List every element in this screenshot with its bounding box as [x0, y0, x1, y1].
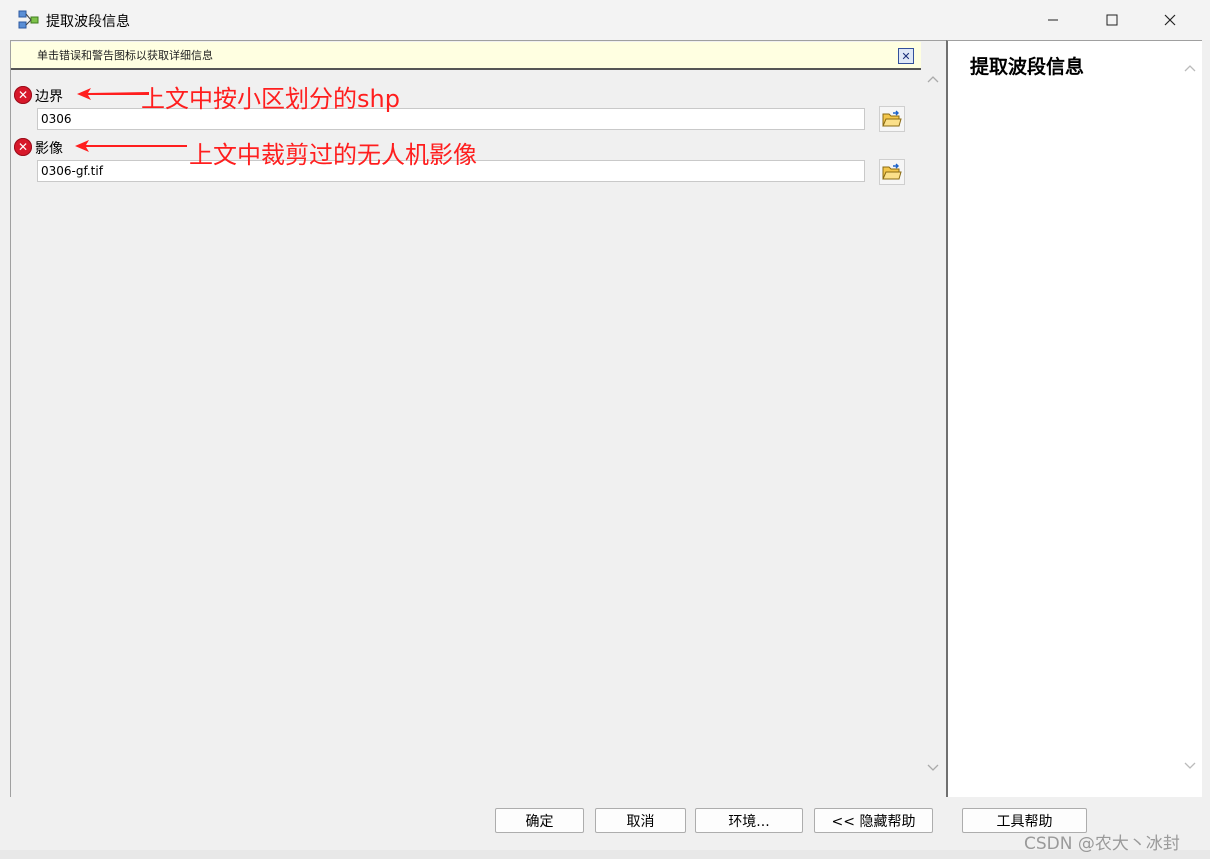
help-panel: 提取波段信息 — [946, 40, 1202, 797]
maximize-button[interactable] — [1083, 0, 1141, 40]
scroll-up-icon[interactable] — [1183, 63, 1197, 73]
open-folder-icon — [882, 110, 902, 127]
message-close-button[interactable]: ✕ — [898, 48, 914, 64]
dialog-window: 提取波段信息 单击错误和警告图标以获取详细信息 ✕ ✕ 边界 0306 ✕ 影像… — [0, 0, 1210, 859]
open-folder-icon — [882, 163, 902, 180]
annotation-arrow-icon — [77, 88, 149, 100]
minimize-button[interactable] — [1024, 0, 1082, 40]
watermark: CSDN @农大丶冰封 — [1024, 834, 1180, 854]
boundary-annotation: 上文中按小区划分的shp — [141, 85, 400, 113]
parameters-panel: 单击错误和警告图标以获取详细信息 ✕ ✕ 边界 0306 ✕ 影像 0306-g… — [10, 40, 946, 797]
help-scrollbar[interactable] — [1178, 41, 1202, 797]
boundary-label: 边界 — [35, 89, 63, 105]
close-window-button[interactable] — [1141, 0, 1199, 40]
hide-help-button[interactable]: << 隐藏帮助 — [814, 808, 933, 833]
model-tool-icon — [18, 10, 39, 29]
image-annotation: 上文中裁剪过的无人机影像 — [189, 141, 477, 169]
image-label: 影像 — [35, 141, 63, 157]
annotation-arrow-icon — [75, 140, 187, 152]
scroll-up-icon[interactable] — [926, 74, 940, 84]
environments-button[interactable]: 环境... — [695, 808, 803, 833]
error-icon[interactable]: ✕ — [14, 138, 32, 156]
boundary-browse-button[interactable] — [879, 106, 905, 132]
close-icon — [1164, 14, 1176, 26]
image-browse-button[interactable] — [879, 159, 905, 185]
maximize-icon — [1106, 14, 1118, 26]
scroll-down-icon[interactable] — [926, 763, 940, 773]
ok-button[interactable]: 确定 — [495, 808, 584, 833]
message-text: 单击错误和警告图标以获取详细信息 — [37, 49, 213, 62]
error-icon[interactable]: ✕ — [14, 86, 32, 104]
scroll-down-icon[interactable] — [1183, 761, 1197, 771]
close-message-icon: ✕ — [901, 49, 911, 63]
message-bar: 单击错误和警告图标以获取详细信息 ✕ — [11, 42, 921, 70]
cancel-button[interactable]: 取消 — [595, 808, 686, 833]
title-bar: 提取波段信息 — [0, 0, 1210, 40]
parameters-scrollbar[interactable] — [921, 69, 946, 797]
window-title: 提取波段信息 — [46, 14, 130, 30]
help-title: 提取波段信息 — [970, 56, 1085, 78]
minimize-icon — [1048, 19, 1058, 21]
